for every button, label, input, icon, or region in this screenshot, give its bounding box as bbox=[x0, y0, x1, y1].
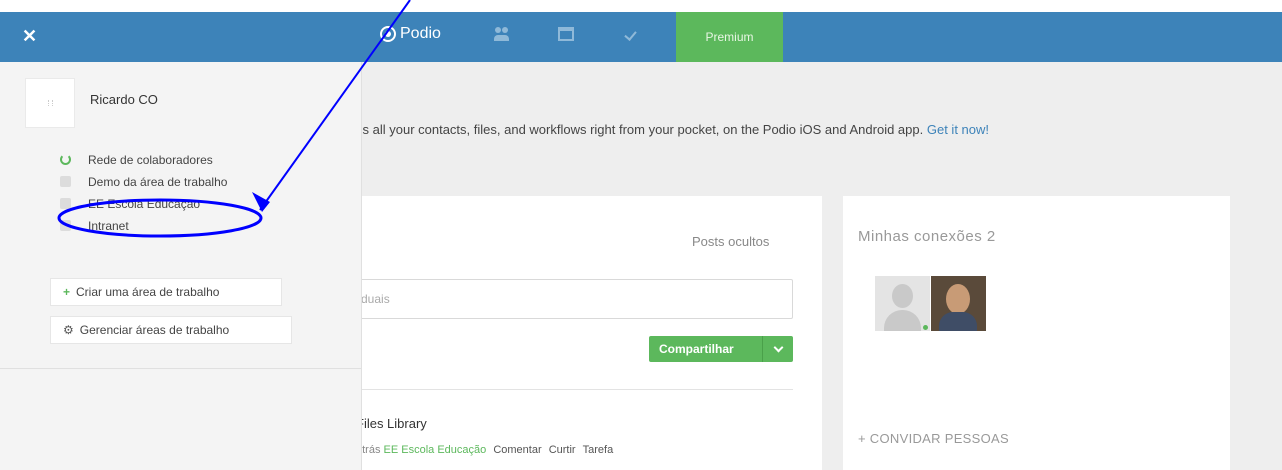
workspace-label: Demo da área de trabalho bbox=[88, 175, 228, 189]
gear-icon: ⚙ bbox=[63, 323, 74, 337]
create-workspace-label: Criar uma área de trabalho bbox=[76, 285, 220, 299]
share-button[interactable]: Compartilhar bbox=[649, 336, 793, 362]
sidebar-divider bbox=[0, 368, 362, 369]
create-workspace-button[interactable]: + Criar uma área de trabalho bbox=[50, 278, 282, 306]
share-dropdown-button[interactable] bbox=[762, 336, 793, 362]
workspace-icon bbox=[60, 198, 71, 209]
share-input[interactable]: duais bbox=[330, 279, 793, 319]
sidebar-header bbox=[0, 12, 362, 62]
online-status-dot bbox=[923, 325, 928, 330]
manage-workspaces-button[interactable]: ⚙ Gerenciar áreas de trabalho bbox=[50, 316, 292, 344]
plus-icon: + bbox=[63, 285, 71, 299]
invite-people-link[interactable]: + CONVIDAR PESSOAS bbox=[858, 431, 1009, 446]
post-title[interactable]: Files Library bbox=[356, 416, 427, 431]
chevron-down-icon bbox=[773, 342, 783, 352]
contacts-icon[interactable] bbox=[494, 27, 510, 41]
podio-logo-icon bbox=[380, 26, 396, 42]
task-action[interactable]: Tarefa bbox=[583, 444, 614, 456]
post-meta: atrás EE Escola Educação Comentar Curtir… bbox=[356, 444, 613, 456]
avatar[interactable] bbox=[25, 78, 75, 128]
podio-logo-text: Podio bbox=[400, 25, 441, 42]
workspace-label: Rede de colaboradores bbox=[88, 153, 213, 167]
connections-count: 2 bbox=[986, 228, 996, 245]
like-action[interactable]: Curtir bbox=[549, 444, 576, 456]
feed-divider bbox=[330, 389, 793, 390]
workspace-item-rede-de-colaboradores[interactable]: Rede de colaboradores bbox=[60, 150, 227, 172]
workspace-label: Intranet bbox=[88, 219, 129, 233]
connections-title-label: Minhas conexões bbox=[858, 228, 983, 245]
connection-avatar-placeholder[interactable] bbox=[875, 276, 930, 331]
premium-button[interactable]: Premium bbox=[676, 12, 783, 62]
share-input-placeholder: duais bbox=[361, 292, 390, 306]
tasks-icon[interactable] bbox=[624, 27, 640, 41]
share-button-label: Compartilhar bbox=[659, 342, 734, 356]
recycle-icon bbox=[60, 154, 71, 165]
promo-message: ss all your contacts, files, and workflo… bbox=[356, 122, 924, 137]
post-workspace-link[interactable]: EE Escola Educação bbox=[384, 444, 487, 456]
connection-avatar-photo[interactable] bbox=[931, 276, 986, 331]
promo-text: ss all your contacts, files, and workflo… bbox=[356, 122, 989, 137]
promo-link[interactable]: Get it now! bbox=[927, 122, 989, 137]
user-name[interactable]: Ricardo CO bbox=[90, 92, 158, 107]
calendar-icon[interactable] bbox=[558, 27, 574, 41]
workspace-icon bbox=[60, 176, 71, 187]
workspace-label: EE Escola Educação bbox=[88, 197, 201, 211]
hidden-posts-link[interactable]: Posts ocultos bbox=[692, 234, 769, 249]
podio-logo[interactable]: Podio bbox=[380, 22, 441, 46]
connections-title: Minhas conexões 2 bbox=[858, 228, 996, 245]
workspace-icon bbox=[60, 220, 71, 231]
close-icon[interactable]: ✕ bbox=[22, 27, 40, 45]
workspace-item-ee-escola-educacao[interactable]: EE Escola Educação bbox=[60, 194, 227, 216]
workspace-item-intranet[interactable]: Intranet bbox=[60, 216, 227, 238]
workspace-list: Rede de colaboradores Demo da área de tr… bbox=[60, 150, 227, 238]
comment-action[interactable]: Comentar bbox=[493, 444, 541, 456]
manage-workspaces-label: Gerenciar áreas de trabalho bbox=[79, 323, 230, 337]
workspace-item-demo[interactable]: Demo da área de trabalho bbox=[60, 172, 227, 194]
